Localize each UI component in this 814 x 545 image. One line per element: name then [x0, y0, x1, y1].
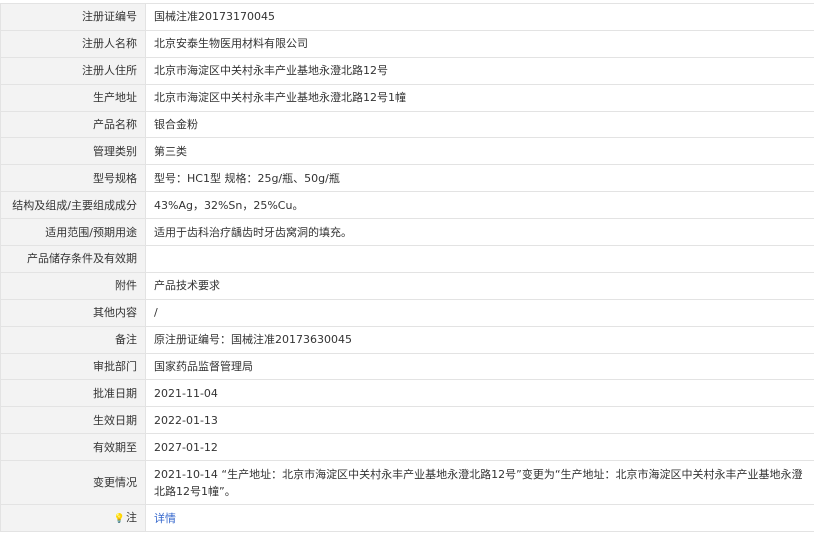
- row-registrant-address: 注册人住所 北京市海淀区中关村永丰产业基地永澄北路12号: [1, 57, 814, 84]
- label-other-content: 其他内容: [1, 299, 146, 326]
- label-storage-validity: 产品储存条件及有效期: [1, 246, 146, 273]
- label-management-category: 管理类别: [1, 138, 146, 165]
- row-approval-department: 审批部门 国家药品监督管理局: [1, 353, 814, 380]
- value-registration-number: 国械注准20173170045: [146, 4, 814, 31]
- row-attachment: 附件 产品技术要求: [1, 272, 814, 299]
- label-note: 💡注: [1, 505, 146, 532]
- details-link[interactable]: 详情: [154, 512, 176, 525]
- label-remarks: 备注: [1, 326, 146, 353]
- value-note: 详情: [146, 505, 814, 532]
- value-other-content: /: [146, 299, 814, 326]
- label-approval-department: 审批部门: [1, 353, 146, 380]
- row-model-spec: 型号规格 型号：HC1型 规格：25g/瓶、50g/瓶: [1, 165, 814, 192]
- label-effective-date: 生效日期: [1, 407, 146, 434]
- row-product-name: 产品名称 银合金粉: [1, 111, 814, 138]
- label-intended-use: 适用范围/预期用途: [1, 219, 146, 246]
- value-registrant-name: 北京安泰生物医用材料有限公司: [146, 30, 814, 57]
- label-production-address: 生产地址: [1, 84, 146, 111]
- value-intended-use: 适用于齿科治疗龋齿时牙齿窝洞的填充。: [146, 219, 814, 246]
- value-registrant-address: 北京市海淀区中关村永丰产业基地永澄北路12号: [146, 57, 814, 84]
- value-attachment: 产品技术要求: [146, 272, 814, 299]
- label-model-spec: 型号规格: [1, 165, 146, 192]
- row-storage-validity: 产品储存条件及有效期: [1, 246, 814, 273]
- value-production-address: 北京市海淀区中关村永丰产业基地永澄北路12号1幢: [146, 84, 814, 111]
- row-composition: 结构及组成/主要组成成分 43%Ag，32%Sn，25%Cu。: [1, 192, 814, 219]
- label-product-name: 产品名称: [1, 111, 146, 138]
- row-change-history: 变更情况 2021-10-14 “生产地址：北京市海淀区中关村永丰产业基地永澄北…: [1, 461, 814, 505]
- bulb-icon: 💡: [114, 511, 125, 528]
- value-storage-validity: [146, 246, 814, 273]
- value-approval-department: 国家药品监督管理局: [146, 353, 814, 380]
- row-approval-date: 批准日期 2021-11-04: [1, 380, 814, 407]
- value-remarks: 原注册证编号：国械注准20173630045: [146, 326, 814, 353]
- value-composition: 43%Ag，32%Sn，25%Cu。: [146, 192, 814, 219]
- label-expiry-date: 有效期至: [1, 434, 146, 461]
- value-change-history: 2021-10-14 “生产地址：北京市海淀区中关村永丰产业基地永澄北路12号”…: [146, 461, 814, 505]
- row-effective-date: 生效日期 2022-01-13: [1, 407, 814, 434]
- label-registrant-address: 注册人住所: [1, 57, 146, 84]
- value-expiry-date: 2027-01-12: [146, 434, 814, 461]
- row-management-category: 管理类别 第三类: [1, 138, 814, 165]
- row-registration-number: 注册证编号 国械注准20173170045: [1, 4, 814, 31]
- row-registrant-name: 注册人名称 北京安泰生物医用材料有限公司: [1, 30, 814, 57]
- registration-record-table: 注册证编号 国械注准20173170045 注册人名称 北京安泰生物医用材料有限…: [0, 3, 814, 532]
- note-label: 注: [126, 511, 137, 524]
- label-registration-number: 注册证编号: [1, 4, 146, 31]
- label-change-history: 变更情况: [1, 461, 146, 505]
- value-model-spec: 型号：HC1型 规格：25g/瓶、50g/瓶: [146, 165, 814, 192]
- row-other-content: 其他内容 /: [1, 299, 814, 326]
- label-composition: 结构及组成/主要组成成分: [1, 192, 146, 219]
- row-intended-use: 适用范围/预期用途 适用于齿科治疗龋齿时牙齿窝洞的填充。: [1, 219, 814, 246]
- value-effective-date: 2022-01-13: [146, 407, 814, 434]
- row-production-address: 生产地址 北京市海淀区中关村永丰产业基地永澄北路12号1幢: [1, 84, 814, 111]
- label-registrant-name: 注册人名称: [1, 30, 146, 57]
- row-expiry-date: 有效期至 2027-01-12: [1, 434, 814, 461]
- label-attachment: 附件: [1, 272, 146, 299]
- row-note: 💡注 详情: [1, 505, 814, 532]
- value-approval-date: 2021-11-04: [146, 380, 814, 407]
- value-management-category: 第三类: [146, 138, 814, 165]
- row-remarks: 备注 原注册证编号：国械注准20173630045: [1, 326, 814, 353]
- label-approval-date: 批准日期: [1, 380, 146, 407]
- value-product-name: 银合金粉: [146, 111, 814, 138]
